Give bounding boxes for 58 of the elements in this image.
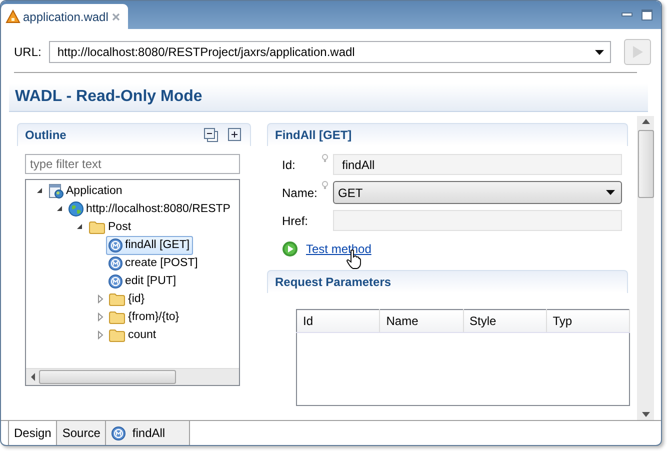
method-icon: [108, 256, 123, 270]
tree-item[interactable]: http://localhost:8080/RESTP: [66, 200, 234, 218]
name-dropdown[interactable]: GET: [333, 181, 622, 204]
tree-item[interactable]: count: [106, 326, 160, 344]
section-title: Request Parameters: [275, 275, 392, 289]
tree-item[interactable]: Application: [46, 182, 126, 200]
maximize-icon[interactable]: [641, 9, 653, 21]
filter-field[interactable]: type filter text: [25, 154, 240, 174]
scrollbar-thumb[interactable]: [39, 370, 176, 384]
editor-page-tab[interactable]: Design: [8, 421, 58, 445]
section-title: FindAll [GET]: [275, 128, 352, 142]
scroll-down-icon: [642, 412, 650, 417]
text-field[interactable]: [333, 210, 622, 231]
folder-icon: [108, 292, 126, 306]
globe-icon: [68, 201, 84, 217]
lightbulb-icon: [322, 181, 328, 190]
editor-page-tab[interactable]: findAll: [106, 421, 190, 445]
method-icon: [108, 274, 123, 288]
field-label: Name:: [282, 186, 318, 200]
close-icon[interactable]: [110, 10, 122, 22]
horizontal-scrollbar[interactable]: [26, 368, 239, 385]
method-icon: [111, 426, 126, 440]
field-label: Href:: [282, 214, 310, 228]
expand-all-icon[interactable]: [228, 128, 242, 142]
collapse-all-icon[interactable]: [204, 128, 218, 142]
folder-icon: [88, 220, 106, 234]
application-icon: [48, 183, 64, 199]
field-label: Id:: [282, 158, 296, 172]
test-method-link[interactable]: Test method: [306, 242, 372, 256]
url-combo[interactable]: http://localhost:8080/RESTProject/jaxrs/application.wadl: [49, 41, 611, 63]
vertical-scrollbar[interactable]: [637, 116, 654, 420]
tree-item[interactable]: create [POST]: [106, 254, 201, 272]
editor-page-tab[interactable]: Source: [57, 421, 106, 445]
tree-item[interactable]: findAll [GET]: [106, 236, 193, 254]
section-title: Outline: [25, 128, 66, 142]
file-icon: [5, 8, 21, 24]
lightbulb-icon: [322, 154, 328, 163]
tree-item[interactable]: {from}/{to}: [106, 308, 182, 326]
column-header[interactable]: Id: [296, 310, 380, 332]
play-icon: [632, 45, 644, 59]
run-icon: [282, 241, 298, 257]
editor-tab[interactable]: application.wadl: [1, 4, 128, 29]
column-header[interactable]: Name: [380, 310, 463, 332]
method-icon: [108, 238, 123, 252]
column-header[interactable]: Style: [463, 310, 546, 332]
tree-item[interactable]: Post: [86, 218, 134, 236]
tree-item[interactable]: {id}: [106, 290, 148, 308]
folder-icon: [108, 328, 126, 342]
dropdown-arrow-icon: [595, 50, 604, 54]
dropdown-arrow-icon: [606, 190, 615, 195]
text-field[interactable]: findAll: [333, 154, 622, 175]
url-label: URL:: [14, 45, 42, 59]
scroll-left-icon: [29, 373, 37, 381]
scroll-up-icon: [642, 119, 650, 124]
scrollbar-thumb[interactable]: [638, 130, 654, 198]
column-header[interactable]: Typ: [546, 310, 630, 332]
tree-item[interactable]: edit [PUT]: [106, 272, 180, 290]
folder-icon: [108, 310, 126, 324]
